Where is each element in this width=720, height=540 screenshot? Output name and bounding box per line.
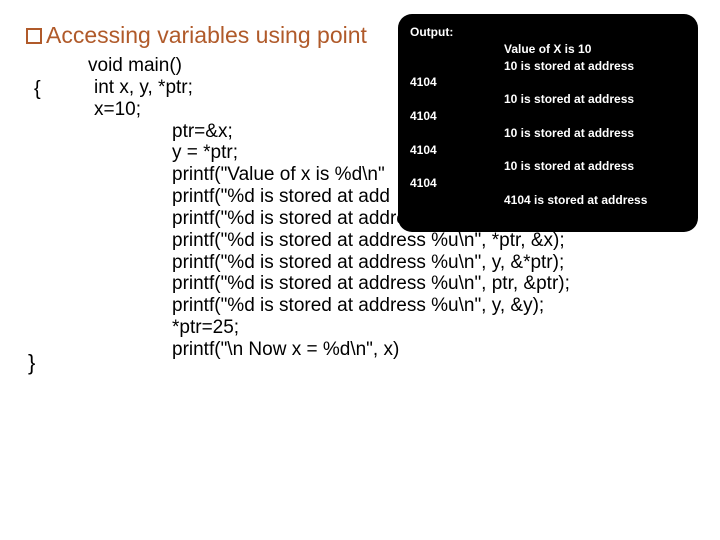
output-line: 4104 (410, 142, 504, 159)
heading: Accessing variables using point (26, 22, 367, 49)
code-line: printf("%d is stored at address %u\n", y… (34, 252, 570, 274)
output-line: 10 is stored at address (504, 125, 688, 142)
code-line: printf("%d is stored at address %u\n", *… (34, 230, 570, 252)
output-label: Output: (410, 25, 453, 39)
code-line: *ptr=25; (34, 317, 570, 339)
code-line: printf("\n Now x = %d\n", x) (34, 339, 570, 361)
code-line: printf("%d is stored at address %u\n", y… (34, 295, 570, 317)
code-line: printf("%d is stored at address %u\n", p… (34, 273, 570, 295)
brace-close: } (28, 350, 35, 376)
output-line: 4104 (410, 175, 504, 192)
slide: Accessing variables using point { void m… (0, 0, 720, 540)
bullet-icon (26, 28, 42, 44)
heading-text: Accessing variables using point (46, 22, 367, 48)
output-line: 4104 (410, 74, 504, 91)
output-line: 4104 (410, 108, 504, 125)
output-line: 10 is stored at address (504, 158, 688, 175)
output-line: 4104 is stored at address (504, 192, 688, 209)
output-box: Output: Value of X is 10 10 is stored at… (398, 14, 698, 232)
output-line: 10 is stored at address (504, 58, 688, 75)
output-line: 10 is stored at address (504, 91, 688, 108)
output-line: Value of X is 10 (504, 41, 688, 58)
